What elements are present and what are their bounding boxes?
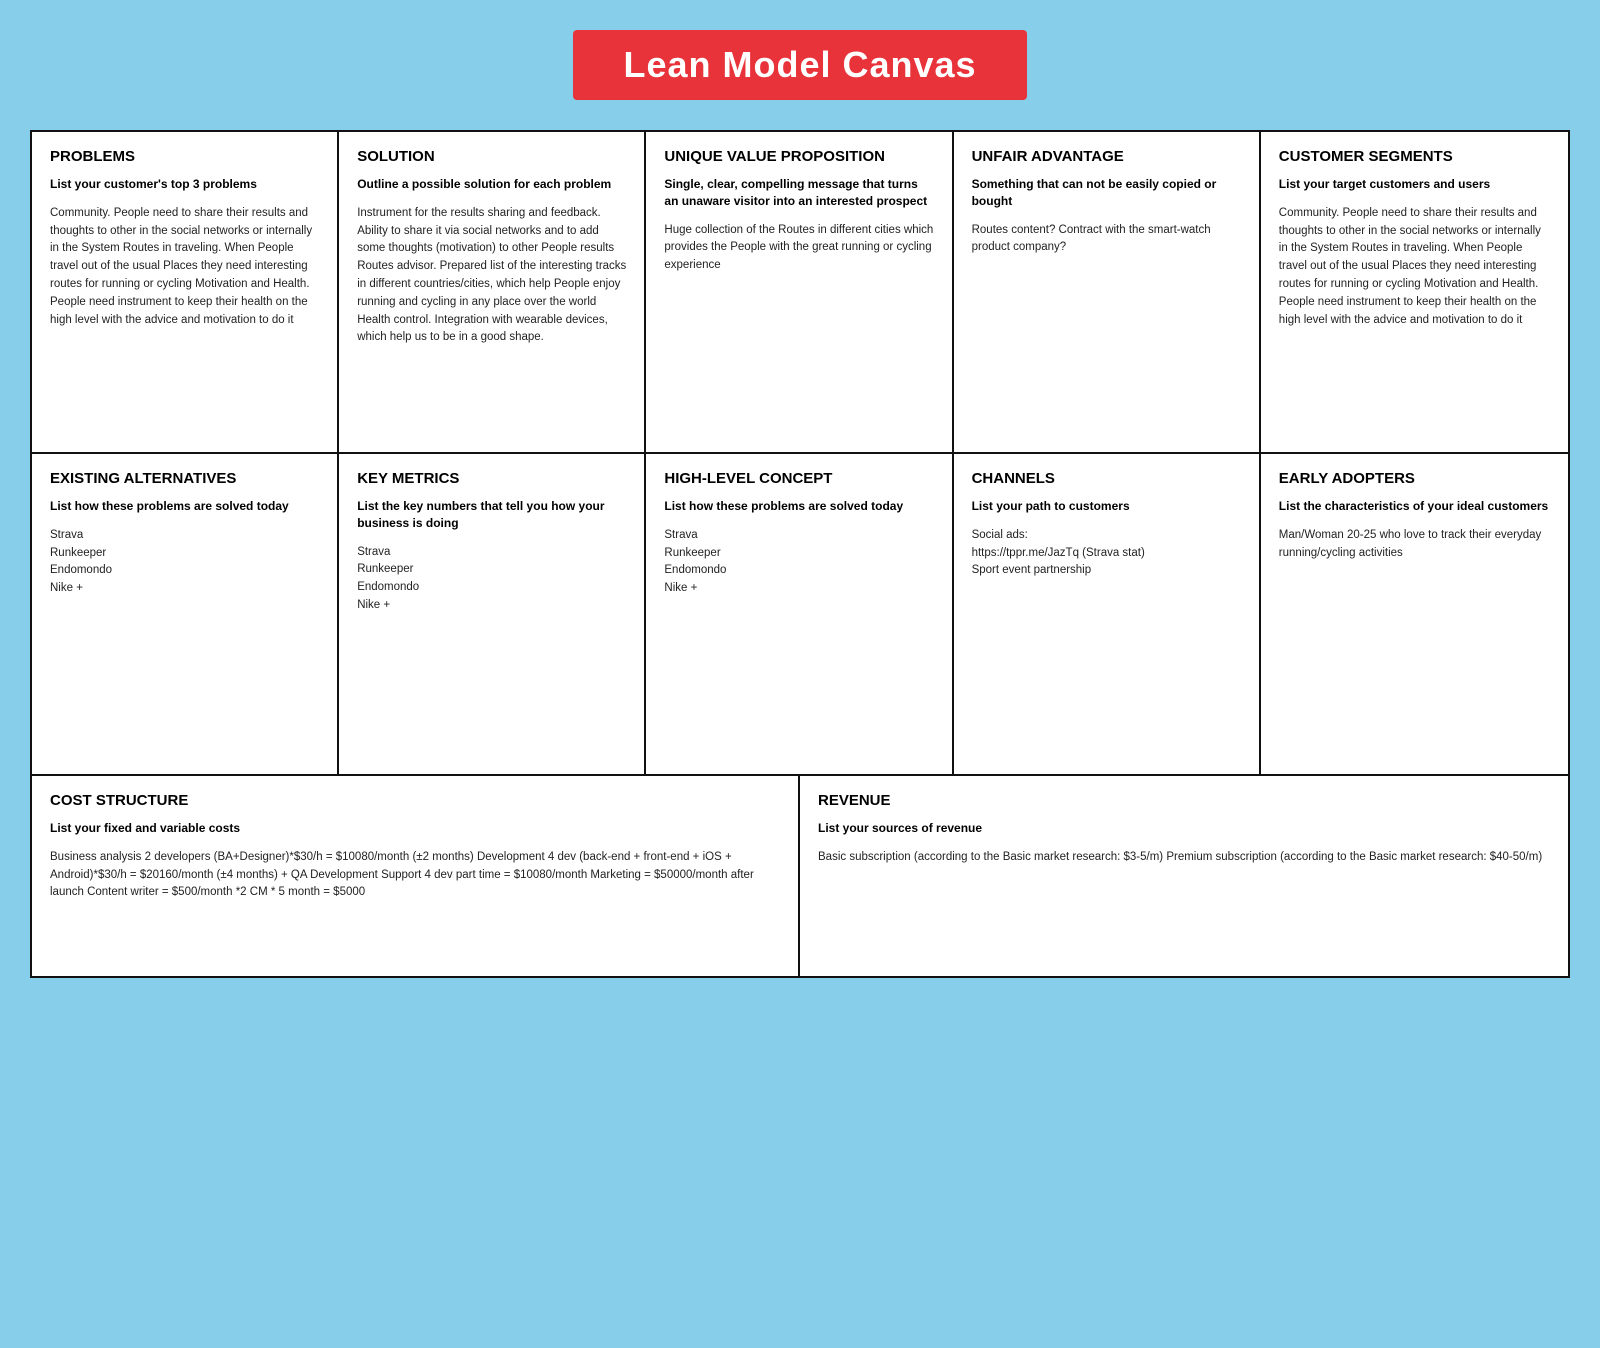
uvp-body: Huge collection of the Routes in differe…	[664, 222, 933, 275]
solution-subtitle: Outline a possible solution for each pro…	[357, 176, 626, 193]
bottom-row: COST STRUCTURE List your fixed and varia…	[32, 776, 1568, 976]
revenue-subtitle: List your sources of revenue	[818, 820, 1550, 837]
middle-row: EXISTING ALTERNATIVES List how these pro…	[32, 454, 1568, 776]
cell-high-level-concept: HIGH-LEVEL CONCEPT List how these proble…	[646, 454, 953, 774]
lean-canvas: PROBLEMS List your customer's top 3 prob…	[30, 130, 1570, 978]
cell-early-adopters: EARLY ADOPTERS List the characteristics …	[1261, 454, 1568, 774]
channels-title: CHANNELS	[972, 470, 1241, 488]
high-level-title: HIGH-LEVEL CONCEPT	[664, 470, 933, 488]
unfair-body: Routes content? Contract with the smart-…	[972, 222, 1241, 258]
cell-unfair-advantage: UNFAIR ADVANTAGE Something that can not …	[954, 132, 1261, 452]
title-box: Lean Model Canvas	[573, 30, 1026, 100]
existing-title: EXISTING ALTERNATIVES	[50, 470, 319, 488]
top-row: PROBLEMS List your customer's top 3 prob…	[32, 132, 1568, 454]
cell-cost-structure: COST STRUCTURE List your fixed and varia…	[32, 776, 800, 976]
cell-uvp: UNIQUE VALUE PROPOSITION Single, clear, …	[646, 132, 953, 452]
revenue-title: REVENUE	[818, 792, 1550, 810]
early-adopters-body: Man/Woman 20-25 who love to track their …	[1279, 527, 1550, 563]
high-level-subtitle: List how these problems are solved today	[664, 498, 933, 515]
cell-existing-alternatives: EXISTING ALTERNATIVES List how these pro…	[32, 454, 339, 774]
key-metrics-title: KEY METRICS	[357, 470, 626, 488]
early-adopters-subtitle: List the characteristics of your ideal c…	[1279, 498, 1550, 515]
cost-structure-title: COST STRUCTURE	[50, 792, 780, 810]
unfair-subtitle: Something that can not be easily copied …	[972, 176, 1241, 210]
solution-body: Instrument for the results sharing and f…	[357, 205, 626, 348]
customer-body: Community. People need to share their re…	[1279, 205, 1550, 330]
solution-title: SOLUTION	[357, 148, 626, 166]
channels-subtitle: List your path to customers	[972, 498, 1241, 515]
cell-problems: PROBLEMS List your customer's top 3 prob…	[32, 132, 339, 452]
existing-subtitle: List how these problems are solved today	[50, 498, 319, 515]
high-level-body: Strava Runkeeper Endomondo Nike +	[664, 527, 933, 598]
problems-title: PROBLEMS	[50, 148, 319, 166]
problems-subtitle: List your customer's top 3 problems	[50, 176, 319, 193]
early-adopters-title: EARLY ADOPTERS	[1279, 470, 1550, 488]
customer-title: CUSTOMER SEGMENTS	[1279, 148, 1550, 166]
unfair-title: UNFAIR ADVANTAGE	[972, 148, 1241, 166]
existing-body: Strava Runkeeper Endomondo Nike +	[50, 527, 319, 598]
revenue-body: Basic subscription (according to the Bas…	[818, 849, 1550, 867]
cell-revenue: REVENUE List your sources of revenue Bas…	[800, 776, 1568, 976]
problems-body: Community. People need to share their re…	[50, 205, 319, 330]
cost-structure-body: Business analysis 2 developers (BA+Desig…	[50, 849, 780, 902]
cost-structure-subtitle: List your fixed and variable costs	[50, 820, 780, 837]
page-title: Lean Model Canvas	[623, 44, 976, 86]
key-metrics-subtitle: List the key numbers that tell you how y…	[357, 498, 626, 532]
key-metrics-body: Strava Runkeeper Endomondo Nike +	[357, 544, 626, 615]
cell-customer-segments: CUSTOMER SEGMENTS List your target custo…	[1261, 132, 1568, 452]
title-container: Lean Model Canvas	[30, 30, 1570, 100]
channels-body: Social ads: https://tppr.me/JazTq (Strav…	[972, 527, 1241, 580]
cell-solution: SOLUTION Outline a possible solution for…	[339, 132, 646, 452]
uvp-title: UNIQUE VALUE PROPOSITION	[664, 148, 933, 166]
cell-channels: CHANNELS List your path to customers Soc…	[954, 454, 1261, 774]
cell-key-metrics: KEY METRICS List the key numbers that te…	[339, 454, 646, 774]
uvp-subtitle: Single, clear, compelling message that t…	[664, 176, 933, 210]
customer-subtitle: List your target customers and users	[1279, 176, 1550, 193]
